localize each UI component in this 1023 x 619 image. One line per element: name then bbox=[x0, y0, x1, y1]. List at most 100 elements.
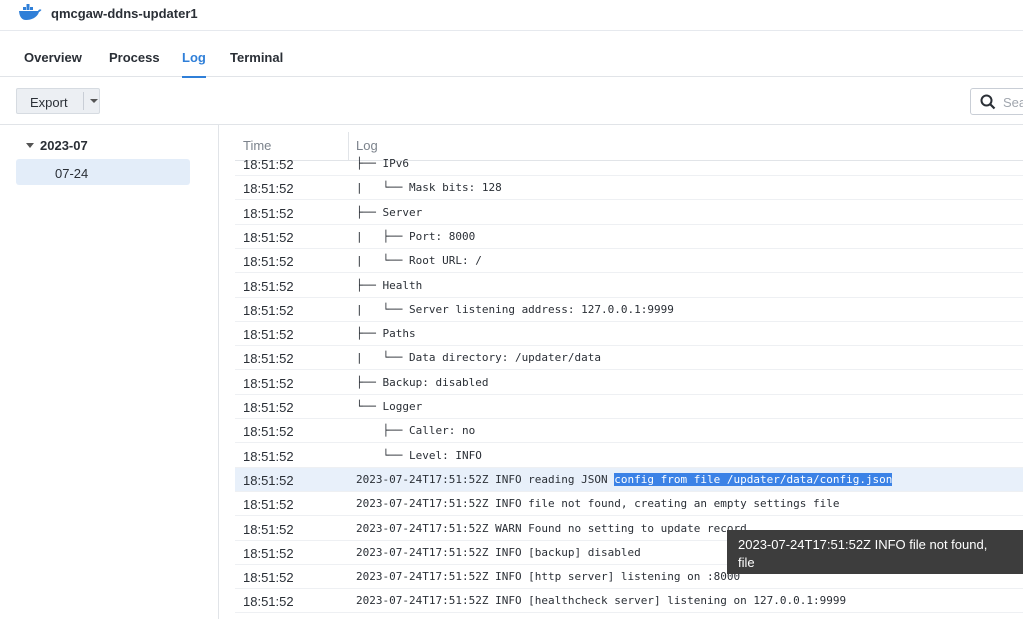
log-text: 2023-07-24T17:51:52Z INFO [backup] disab… bbox=[356, 545, 641, 559]
cell-log: ├── IPv6 bbox=[356, 157, 409, 170]
chevron-down-icon[interactable] bbox=[90, 99, 98, 103]
export-label: Export bbox=[30, 95, 68, 110]
table-row[interactable]: 18:51:52 | ├── Port: 8000 bbox=[235, 225, 1023, 249]
log-text: ├── Server bbox=[356, 205, 423, 219]
table-row[interactable]: 18:51:52 | └── Mask bits: 128 bbox=[235, 176, 1023, 201]
toolbar: Export Sea bbox=[0, 77, 1023, 125]
search-icon bbox=[980, 94, 996, 110]
cell-time: 18:51:52 bbox=[243, 521, 294, 537]
cell-log: | ├── Port: 8000 bbox=[356, 230, 475, 243]
cell-log: └── Level: INFO bbox=[356, 448, 482, 462]
log-text: ├── Health bbox=[356, 278, 423, 292]
tooltip-line-1: 2023-07-24T17:51:52Z INFO file not found… bbox=[738, 537, 988, 552]
log-text: └── Level: INFO bbox=[356, 448, 482, 462]
cell-time: 18:51:52 bbox=[243, 302, 294, 318]
cell-log: 2023-07-24T17:51:52Z WARN Found no setti… bbox=[356, 522, 747, 535]
log-text: └── Logger bbox=[356, 400, 423, 413]
cell-log: 2023-07-24T17:51:52Z INFO [http server] … bbox=[356, 570, 740, 583]
log-text: 2023-07-24T17:51:52Z INFO [http server] … bbox=[356, 570, 741, 584]
title-bar: qmcgaw-ddns-updater1 bbox=[0, 0, 1023, 31]
cell-time: 18:51:52 bbox=[243, 157, 294, 172]
table-row[interactable]: 18:51:52 ├── Backup: disabled bbox=[235, 371, 1023, 395]
app-title: qmcgaw-ddns-updater1 bbox=[51, 6, 198, 21]
log-text: ├── Paths bbox=[356, 327, 416, 341]
cell-time: 18:51:52 bbox=[243, 448, 294, 464]
cell-log: | └── Root URL: / bbox=[356, 254, 482, 267]
cell-time: 18:51:52 bbox=[243, 375, 294, 391]
cell-log: └── Logger bbox=[356, 400, 422, 413]
cell-time: 18:51:52 bbox=[243, 497, 294, 513]
table-row[interactable]: 18:51:52 2023-07-24T17:51:52Z INFO [healt… bbox=[235, 589, 1023, 614]
cell-log: ├── Health bbox=[356, 279, 422, 292]
table-row[interactable]: 18:51:52 | └── Data directory: /updater/d… bbox=[235, 346, 1023, 371]
table-row[interactable]: 18:51:52 └── Level: INFO bbox=[235, 444, 1023, 468]
tab-terminal[interactable]: Terminal bbox=[230, 50, 283, 65]
table-row[interactable]: 18:51:52 ├── Server bbox=[235, 201, 1023, 225]
docker-whale-icon bbox=[19, 4, 42, 20]
cell-log: | └── Server listening address: 127.0.0.… bbox=[356, 303, 674, 316]
table-row[interactable]: 18:51:52 | └── Server listening address: … bbox=[235, 298, 1023, 322]
selected-text: config from file /updater/data/config.js… bbox=[614, 472, 893, 486]
cell-log: | └── Mask bits: 128 bbox=[356, 181, 502, 194]
cell-time: 18:51:52 bbox=[243, 400, 294, 415]
tab-log-label: Log bbox=[182, 50, 206, 65]
cell-log: ├── Backup: disabled bbox=[356, 376, 488, 389]
cell-log: ├── Caller: no bbox=[356, 424, 475, 437]
search-input[interactable]: Sea bbox=[970, 88, 1023, 115]
log-text: | └── Server listening address: 127.0.0.… bbox=[356, 302, 674, 316]
date-sidebar: 2023-07 07-24 bbox=[0, 125, 219, 619]
log-text: | ├── Port: 8000 bbox=[356, 229, 476, 243]
row-tooltip: 2023-07-24T17:51:52Z INFO file not found… bbox=[727, 530, 1023, 574]
tree-group-2023-07[interactable]: 2023-07 bbox=[40, 138, 88, 153]
table-row[interactable]: 18:51:52 ├── Caller: no bbox=[235, 419, 1023, 444]
log-text: ├── IPv6 bbox=[356, 157, 409, 170]
tree-item-label: 07-24 bbox=[55, 166, 89, 181]
table-row[interactable]: 18:51:52 ├── Paths bbox=[235, 322, 1023, 347]
cell-time: 18:51:52 bbox=[243, 594, 294, 610]
log-text: 2023-07-24T17:51:52Z INFO file not found… bbox=[356, 497, 840, 511]
cell-log: 2023-07-24T17:51:52Z INFO reading JSON c… bbox=[356, 472, 893, 486]
cell-time: 18:51:52 bbox=[243, 181, 294, 197]
search-placeholder: Sea bbox=[1003, 95, 1023, 110]
log-text: | └── Data directory: /updater/data bbox=[356, 351, 602, 365]
cell-log: 2023-07-24T17:51:52Z INFO [healthcheck s… bbox=[356, 594, 846, 607]
cell-time: 18:51:52 bbox=[243, 327, 294, 343]
cell-time: 18:51:52 bbox=[243, 570, 294, 586]
log-text: | └── Mask bits: 128 bbox=[356, 181, 502, 195]
cell-log: | └── Data directory: /updater/data bbox=[356, 351, 601, 364]
cell-log: 2023-07-24T17:51:52Z INFO [backup] disab… bbox=[356, 546, 641, 559]
tooltip-line-2: file bbox=[738, 555, 755, 570]
column-header-log[interactable]: Log bbox=[356, 138, 378, 153]
table-row[interactable]: 18:51:52 ├── Health bbox=[235, 274, 1023, 298]
log-text: 2023-07-24T17:51:52Z INFO reading JSON bbox=[356, 472, 615, 486]
log-text: ├── Backup: disabled bbox=[356, 375, 489, 389]
log-text: 2023-07-24T17:51:52Z INFO [healthcheck s… bbox=[356, 594, 847, 608]
table-row[interactable]: 18:51:52 | └── Root URL: / bbox=[235, 249, 1023, 274]
table-row[interactable]: 18:51:52 2023-07-24T17:51:52Z INFO readin… bbox=[235, 467, 1023, 492]
column-header-time[interactable]: Time bbox=[243, 138, 271, 153]
cell-log: ├── Server bbox=[356, 206, 422, 219]
cell-log: 2023-07-24T17:51:52Z INFO file not found… bbox=[356, 497, 839, 510]
cell-time: 18:51:52 bbox=[243, 229, 294, 245]
cell-time: 18:51:52 bbox=[243, 545, 294, 561]
export-button[interactable]: Export bbox=[16, 88, 100, 114]
table-row[interactable]: 18:51:52 2023-07-24T17:51:52Z INFO file n… bbox=[235, 492, 1023, 517]
caret-down-icon[interactable] bbox=[26, 143, 34, 148]
cell-time: 18:51:52 bbox=[243, 278, 294, 294]
tab-overview[interactable]: Overview bbox=[24, 50, 82, 65]
log-text: 2023-07-24T17:51:52Z WARN Found no setti… bbox=[356, 521, 747, 535]
cell-time: 18:51:52 bbox=[243, 472, 294, 488]
tab-bar: Overview Process Log Terminal bbox=[0, 38, 1023, 78]
export-divider bbox=[83, 92, 84, 110]
table-row[interactable]: 18:51:52 └── Logger bbox=[235, 395, 1023, 419]
log-text: ├── Caller: no bbox=[356, 424, 476, 438]
cell-time: 18:51:52 bbox=[243, 254, 294, 270]
cell-time: 18:51:52 bbox=[243, 424, 294, 440]
tab-process[interactable]: Process bbox=[109, 50, 160, 65]
tab-log[interactable]: Log bbox=[182, 50, 206, 78]
tree-item-07-24[interactable]: 07-24 bbox=[16, 159, 190, 185]
cell-time: 18:51:52 bbox=[243, 351, 294, 367]
table-row[interactable]: 18:51:52 ├── IPv6 bbox=[235, 152, 1023, 176]
cell-time: 18:51:52 bbox=[243, 205, 294, 221]
cell-log: ├── Paths bbox=[356, 327, 416, 340]
